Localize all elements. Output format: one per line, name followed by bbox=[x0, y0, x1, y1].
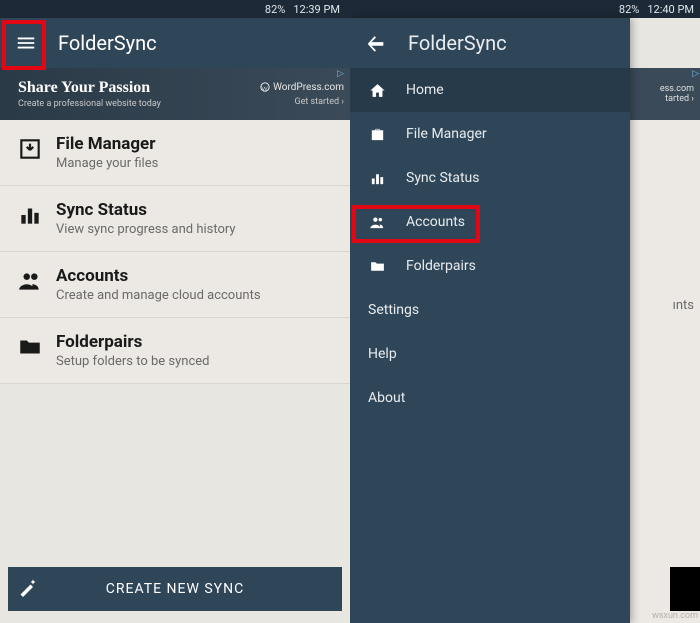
row-sub: Manage your files bbox=[56, 156, 158, 171]
create-new-sync-button[interactable]: CREATE NEW SYNC bbox=[8, 567, 342, 611]
ad-title: Share Your Passion bbox=[18, 79, 161, 97]
row-accounts[interactable]: Accounts Create and manage cloud accounts bbox=[0, 252, 350, 318]
partial-bottom-bar bbox=[670, 567, 700, 611]
battery-text: 82% bbox=[619, 3, 639, 16]
battery-text: 82% bbox=[265, 3, 285, 16]
bars-icon bbox=[10, 200, 50, 228]
watermark: wsxun.com bbox=[652, 611, 698, 621]
drawer-label: About bbox=[368, 390, 405, 406]
drawer-label: Accounts bbox=[406, 214, 465, 230]
people-icon bbox=[368, 214, 386, 231]
nav-drawer: FolderSync Home File Manager Sync Status… bbox=[350, 18, 630, 623]
row-sync-status[interactable]: Sync Status View sync progress and histor… bbox=[0, 186, 350, 252]
drawer-item-help[interactable]: Help bbox=[350, 332, 630, 376]
folder-icon bbox=[10, 332, 50, 360]
row-sub: Create and manage cloud accounts bbox=[56, 288, 261, 303]
drawer-header: FolderSync bbox=[350, 18, 630, 68]
drawer-item-home[interactable]: Home bbox=[350, 68, 630, 112]
adchoices-icon: ▷ bbox=[337, 69, 349, 81]
row-title: Sync Status bbox=[56, 200, 236, 220]
drawer-item-sync-status[interactable]: Sync Status bbox=[350, 156, 630, 200]
adchoices-icon: ▷ bbox=[692, 69, 699, 79]
clock-text: 12:39 PM bbox=[293, 3, 340, 16]
drawer-item-settings[interactable]: Settings bbox=[350, 288, 630, 332]
row-title: Accounts bbox=[56, 266, 261, 286]
bars-icon bbox=[368, 170, 386, 187]
drawer-label: Sync Status bbox=[406, 170, 480, 186]
drawer-item-folderpairs[interactable]: Folderpairs bbox=[350, 244, 630, 288]
status-bar-right: 82% 12:40 PM bbox=[350, 0, 700, 18]
drawer-label: Help bbox=[368, 346, 397, 362]
row-sub: View sync progress and history bbox=[56, 222, 236, 237]
briefcase-icon bbox=[368, 126, 386, 143]
back-icon[interactable] bbox=[356, 23, 396, 63]
partial-ad: ▷ ess.com tarted › bbox=[620, 68, 700, 120]
drawer-label: Folderpairs bbox=[406, 258, 476, 274]
partial-row-text: ınts bbox=[673, 298, 694, 313]
ad-cta: Get started › bbox=[260, 97, 344, 107]
row-folderpairs[interactable]: Folderpairs Setup folders to be synced bbox=[0, 318, 350, 384]
row-sub: Setup folders to be synced bbox=[56, 354, 209, 369]
drawer-title: FolderSync bbox=[408, 31, 507, 55]
drawer-item-about[interactable]: About bbox=[350, 376, 630, 420]
drawer-label: Settings bbox=[368, 302, 419, 318]
download-box-icon bbox=[10, 134, 50, 162]
folder-icon bbox=[368, 258, 386, 275]
ad-brand: WordPress.com bbox=[260, 82, 344, 93]
app-title-left: FolderSync bbox=[58, 31, 157, 55]
screen-right: 82% 12:40 PM ▷ ess.com tarted › ınts Fol… bbox=[350, 0, 700, 623]
ad-banner[interactable]: Share Your Passion Create a professional… bbox=[0, 68, 350, 120]
drawer-label: Home bbox=[406, 82, 444, 98]
app-bar-left: FolderSync bbox=[0, 18, 350, 68]
drawer-label: File Manager bbox=[406, 126, 487, 142]
drawer-item-accounts[interactable]: Accounts bbox=[350, 200, 630, 244]
wand-icon bbox=[18, 577, 38, 601]
clock-text: 12:40 PM bbox=[647, 3, 694, 16]
main-list: File Manager Manage your files Sync Statu… bbox=[0, 120, 350, 384]
people-icon bbox=[10, 266, 50, 294]
status-bar-left: 82% 12:39 PM bbox=[0, 0, 350, 18]
hamburger-icon[interactable] bbox=[6, 23, 46, 63]
row-file-manager[interactable]: File Manager Manage your files bbox=[0, 120, 350, 186]
create-label: CREATE NEW SYNC bbox=[106, 581, 244, 597]
row-title: Folderpairs bbox=[56, 332, 209, 352]
screen-left: 82% 12:39 PM FolderSync Share Your Passi… bbox=[0, 0, 350, 623]
row-title: File Manager bbox=[56, 134, 158, 154]
home-icon bbox=[368, 82, 386, 99]
drawer-item-file-manager[interactable]: File Manager bbox=[350, 112, 630, 156]
ad-subtitle: Create a professional website today bbox=[18, 99, 161, 109]
